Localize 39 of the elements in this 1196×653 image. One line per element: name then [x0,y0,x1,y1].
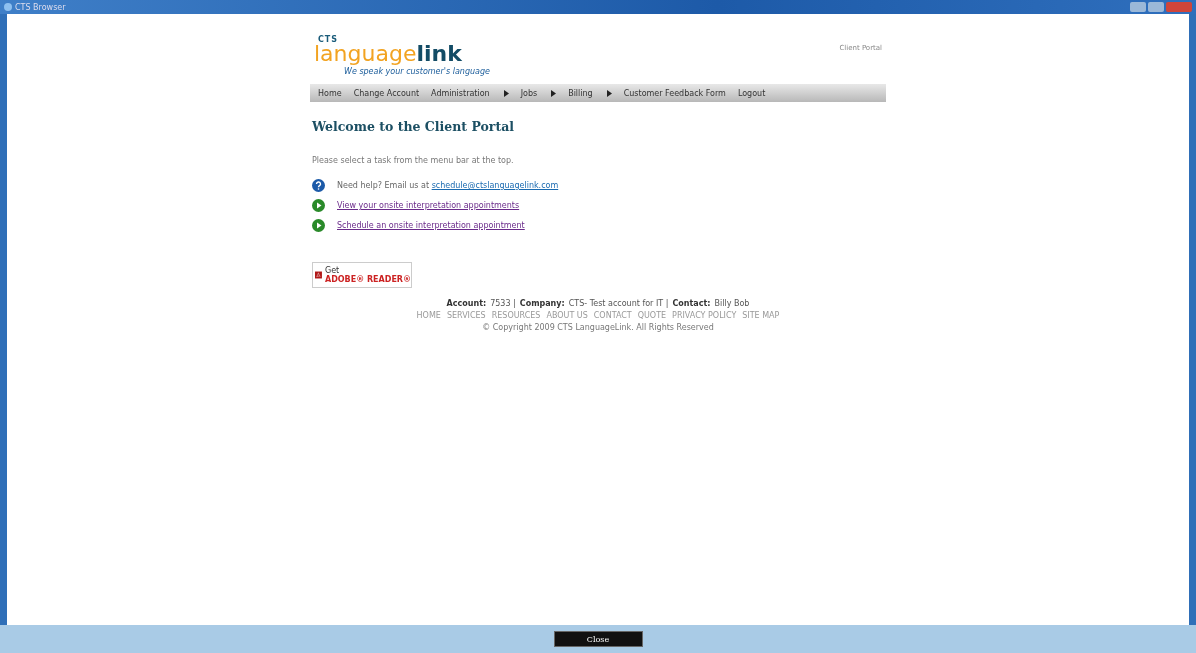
account-value: 7533 | [490,299,516,308]
submenu-arrow-icon [606,89,612,97]
play-icon [312,199,325,212]
app-icon [4,3,12,11]
company-value: CTS- Test account for IT | [568,299,669,308]
help-icon [312,179,325,192]
page-heading: Welcome to the Client Portal [312,119,516,134]
badge-text: Get [324,266,341,275]
menu-item[interactable]: Change Account [353,88,420,98]
account-label: Account: [446,299,487,308]
menu-item[interactable]: Logout [737,88,766,98]
action-link[interactable]: View your onsite interpretation appointments [337,201,520,210]
menu-item[interactable]: Jobs [520,88,557,98]
logo-small-text: CTS [318,36,340,43]
submenu-arrow-icon [503,89,509,97]
action-link[interactable]: Schedule an onsite interpretation appointment [337,221,525,230]
company-label: Company: [519,299,565,308]
minimize-button[interactable] [1130,2,1146,12]
maximize-button[interactable] [1148,2,1164,12]
menu-item[interactable]: Billing [568,88,612,98]
logo-text: link [416,43,462,65]
logo-text: language [314,43,417,65]
intro-text: Please select a task from the menu bar at the top. [312,156,515,165]
email-link[interactable]: schedule@ctslanguagelink.com [431,181,559,190]
contact-value: Billy Bob [714,299,750,308]
copyright-text: © Copyright 2009 CTS LanguageLink. All Rights Reserved [482,323,714,332]
logo-tagline: We speak your customer's language [344,67,490,76]
adobe-reader-badge[interactable]: Get ADOBE® READER® [312,262,412,288]
submenu-arrow-icon [551,89,557,97]
window-title: CTS Browser [15,2,66,12]
menu-item[interactable]: Customer Feedback Form [623,88,726,98]
help-text: Need help? Email us at schedule@ctslanguagelink.com [337,181,559,190]
menu-item[interactable]: Administration [431,88,509,98]
play-icon [312,219,325,232]
menu-item[interactable]: Home [318,88,342,98]
badge-text: ADOBE® READER® [324,275,411,284]
close-icon[interactable] [1166,2,1192,12]
close-button[interactable]: Close [553,631,643,647]
contact-label: Contact: [672,299,711,308]
